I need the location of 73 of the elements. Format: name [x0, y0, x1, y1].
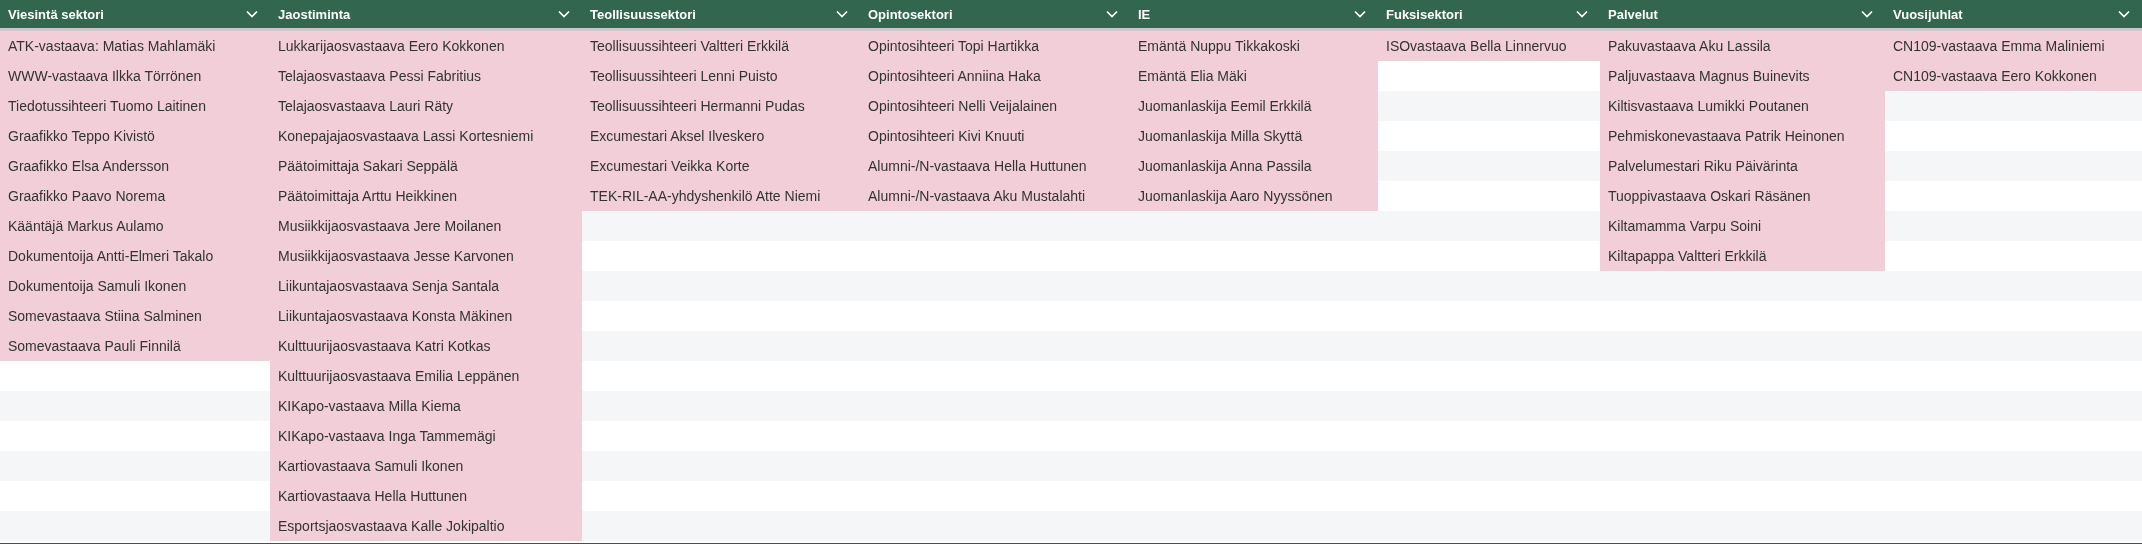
table-cell: Somevastaava Pauli Finnilä — [0, 331, 270, 361]
table-cell: Päätoimittaja Sakari Seppälä — [270, 151, 582, 181]
table-cell: Liikuntajaosvastaava Konsta Mäkinen — [270, 301, 582, 331]
table-cell: Teollisuussihteeri Lenni Puisto — [582, 61, 860, 91]
table-cell: Teollisuussihteeri Valtteri Erkkilä — [582, 31, 860, 61]
table-cell: Kiltisvastaava Lumikki Poutanen — [1600, 91, 1885, 121]
table-cell: Telajaosvastaava Pessi Fabritius — [270, 61, 582, 91]
table-cell: Kääntäjä Markus Aulamo — [0, 211, 270, 241]
table-cell: Emäntä Nuppu Tikkakoski — [1130, 31, 1378, 61]
table-cell: Excumestari Veikka Korte — [582, 151, 860, 181]
table-cell: Esportsjaosvastaava Kalle Jokipaltio — [270, 511, 582, 541]
table-cell: Musiikkijaosvastaava Jesse Karvonen — [270, 241, 582, 271]
column-header[interactable]: Fuksisektori — [1378, 0, 1600, 31]
table-cell: ATK-vastaava: Matias Mahlamäki — [0, 31, 270, 61]
table-cell: Juomanlaskija Anna Passila — [1130, 151, 1378, 181]
chevron-down-icon — [1354, 10, 1366, 18]
table-cell: ISOvastaava Bella Linnervuo — [1378, 31, 1600, 61]
table-cell: Kartiovastaava Samuli Ikonen — [270, 451, 582, 481]
table-cell: Excumestari Aksel Ilveskero — [582, 121, 860, 151]
chevron-down-icon — [246, 10, 258, 18]
table-cell: CN109-vastaava Eero Kokkonen — [1885, 61, 2142, 91]
table-cell: Graafikko Elsa Andersson — [0, 151, 270, 181]
table-cell: Dokumentoija Antti-Elmeri Takalo — [0, 241, 270, 271]
table-cell: Kiltapappa Valtteri Erkkilä — [1600, 241, 1885, 271]
column-header[interactable]: Teollisuussektori — [582, 0, 860, 31]
table-cell: Kulttuurijaosvastaava Katri Kotkas — [270, 331, 582, 361]
table-cell: Teollisuussihteeri Hermanni Pudas — [582, 91, 860, 121]
table-cell: Juomanlaskija Eemil Erkkilä — [1130, 91, 1378, 121]
table-cell: Paljuvastaava Magnus Buinevits — [1600, 61, 1885, 91]
chevron-down-icon — [1106, 10, 1118, 18]
column-header[interactable]: IE — [1130, 0, 1378, 31]
chevron-down-icon — [2118, 10, 2130, 18]
table-cell: Tiedotussihteeri Tuomo Laitinen — [0, 91, 270, 121]
table-cell: Juomanlaskija Milla Skyttä — [1130, 121, 1378, 151]
table-cell: Dokumentoija Samuli Ikonen — [0, 271, 270, 301]
column-header[interactable]: Vuosijuhlat — [1885, 0, 2142, 31]
column-header[interactable]: Palvelut — [1600, 0, 1885, 31]
table-cell: KIKapo-vastaava Inga Tammemägi — [270, 421, 582, 451]
table-cell: Opintosihteeri Anniina Haka — [860, 61, 1130, 91]
column-header[interactable]: Jaostiminta — [270, 0, 582, 31]
table-cell: Palvelumestari Riku Päivärinta — [1600, 151, 1885, 181]
table-cell: Somevastaava Stiina Salminen — [0, 301, 270, 331]
table-cell: Alumni-/N-vastaava Aku Mustalahti — [860, 181, 1130, 211]
table-cell: Opintosihteeri Topi Hartikka — [860, 31, 1130, 61]
chevron-down-icon — [1861, 10, 1873, 18]
table-cell: Juomanlaskija Aaro Nyyssönen — [1130, 181, 1378, 211]
table-cell: TEK-RIL-AA-yhdyshenkilö Atte Niemi — [582, 181, 860, 211]
chevron-down-icon — [836, 10, 848, 18]
table-cell: Pakuvastaava Aku Lassila — [1600, 31, 1885, 61]
table-cell: Graafikko Teppo Kivistö — [0, 121, 270, 151]
column-header[interactable]: Opintosektori — [860, 0, 1130, 31]
table-cell: Päätoimittaja Arttu Heikkinen — [270, 181, 582, 211]
table-cell: Emäntä Elia Mäki — [1130, 61, 1378, 91]
table-cell: Alumni-/N-vastaava Hella Huttunen — [860, 151, 1130, 181]
table-cell: Graafikko Paavo Norema — [0, 181, 270, 211]
table-cell: Kartiovastaava Hella Huttunen — [270, 481, 582, 511]
table-cell: Kiltamamma Varpu Soini — [1600, 211, 1885, 241]
chevron-down-icon — [558, 10, 570, 18]
table-cell: Konepajajaosvastaava Lassi Kortesniemi — [270, 121, 582, 151]
table-cell: WWW-vastaava Ilkka Törrönen — [0, 61, 270, 91]
table-cell: KIKapo-vastaava Milla Kiema — [270, 391, 582, 421]
table-cell: CN109-vastaava Emma Maliniemi — [1885, 31, 2142, 61]
table-cell: Tuoppivastaava Oskari Räsänen — [1600, 181, 1885, 211]
chevron-down-icon — [1576, 10, 1588, 18]
table-cell: Opintosihteeri Nelli Veijalainen — [860, 91, 1130, 121]
table-cell: Musiikkijaosvastaava Jere Moilanen — [270, 211, 582, 241]
column-header[interactable]: Viesintä sektori — [0, 0, 270, 31]
table-cell: Pehmiskonevastaava Patrik Heinonen — [1600, 121, 1885, 151]
table-cell: Opintosihteeri Kivi Knuuti — [860, 121, 1130, 151]
table-cell: Lukkarijaosvastaava Eero Kokkonen — [270, 31, 582, 61]
table-cell: Kulttuurijaosvastaava Emilia Leppänen — [270, 361, 582, 391]
table-cell: Liikuntajaosvastaava Senja Santala — [270, 271, 582, 301]
table-cell: Telajaosvastaava Lauri Räty — [270, 91, 582, 121]
